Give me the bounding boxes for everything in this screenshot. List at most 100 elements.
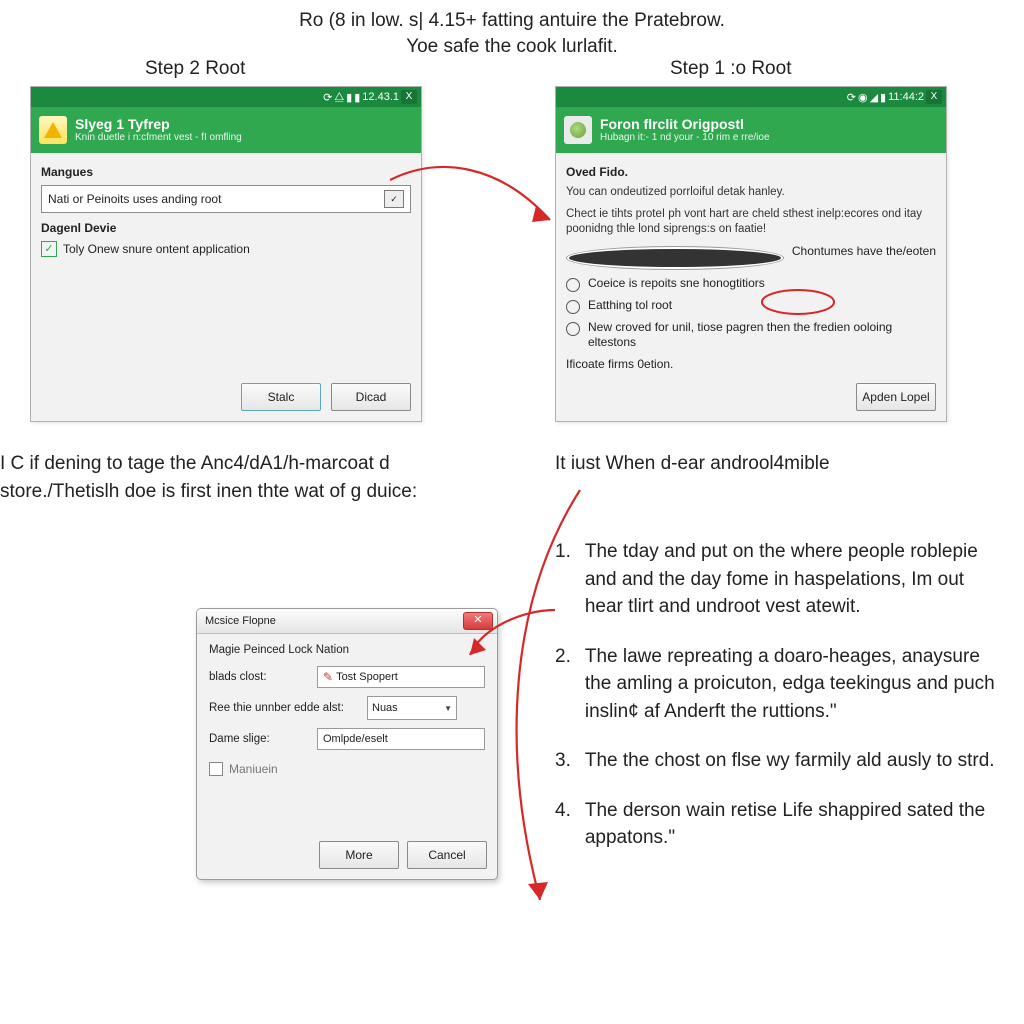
signal-icon: ◢ (870, 91, 878, 104)
radio-option-2[interactable]: Coeice is repoits sne honogtitiors (566, 276, 936, 292)
checkbox-row[interactable]: ✓ Toly Onew snure ontent application (41, 241, 411, 257)
stalc-button[interactable]: Stalc (241, 383, 321, 411)
cancel-button[interactable]: Cancel (407, 841, 487, 869)
chevron-down-icon: ▼ (444, 704, 452, 713)
radio-icon[interactable] (566, 278, 580, 292)
dialog-buttons: Apden Lopel (856, 383, 936, 411)
radio-icon[interactable] (566, 322, 580, 336)
paragraph-right-heading: It iust When d-ear androol4mible (555, 450, 985, 478)
list-item: 4. The derson wain retise Life shappired … (555, 797, 995, 852)
list-item: 1.The tday and put on the where people r… (555, 538, 995, 621)
text-value: Omlpde/eselt (323, 733, 388, 745)
field-label: Dame slige: (209, 733, 309, 745)
panel-step2: ⟳ ⧋ ▮ ▮ 12.43.1 X Slyeg 1 Tyfrep Knin du… (30, 86, 422, 422)
list-number: 1. (555, 538, 571, 621)
radio-option-1[interactable]: Chontumes have the/eoten (566, 244, 936, 270)
signal-icon: ▮ (346, 91, 352, 104)
dialog-header: Magie Peinced Lock Nation (209, 644, 485, 656)
app-subtitle: Knin duetle i n:cfment vest - fI omfling (75, 132, 242, 144)
checkbox-label: Toly Onew snure ontent application (63, 242, 250, 256)
field-label: blads clost: (209, 671, 309, 683)
app-subtitle: Hubagn it:- 1 nd your - 10 rim e rre/ioe (600, 132, 770, 144)
list-text: The tday and put on the where people rob… (585, 538, 995, 621)
apden-button[interactable]: Apden Lopel (856, 383, 936, 411)
battery-icon: ▮ (354, 91, 360, 104)
text-input[interactable]: Omlpde/eselt (317, 728, 485, 750)
intro-line2: Yoe safe the cook lurlafit. (0, 36, 1024, 58)
dialog-moesice: Mcsice Flopne ✕ Magie Peinced Lock Natio… (196, 608, 498, 880)
text-value: Tost Spopert (336, 671, 398, 683)
page: Ro (8 in low. s| 4.15+ fatting antuire t… (0, 0, 1024, 1024)
status-time: 12.43.1 (362, 91, 399, 103)
radio-label: Chontumes have the/eoten (792, 244, 936, 260)
list-number: 2. (555, 643, 571, 726)
app-title: Foron flrclit Origpostl (600, 116, 770, 132)
list-text: The the chost on flse wy farmily ald aus… (585, 747, 995, 775)
status-time: 11:44:2 (888, 91, 924, 103)
status-bar: ⟳ ⧋ ▮ ▮ 12.43.1 X (31, 87, 421, 107)
field-blads: blads clost: ✎Tost Spopert (209, 666, 485, 688)
wifi-icon: ◉ (858, 91, 868, 104)
list-number: 3. (555, 747, 571, 775)
radio-icon[interactable] (566, 246, 784, 270)
checkbox-icon[interactable] (209, 762, 223, 776)
checkbox-label: Maniuein (229, 762, 278, 776)
combo-value: Nati or Peinoits uses anding root (48, 192, 221, 206)
battery-icon: ▮ (880, 91, 886, 104)
field-dame: Dame slige: Omlpde/eselt (209, 728, 485, 750)
intro-line1: Ro (8 in low. s| 4.15+ fatting antuire t… (0, 10, 1024, 32)
app-icon (564, 116, 592, 144)
radio-option-3[interactable]: Eatthing tol root (566, 298, 936, 314)
dropdown-icon[interactable]: ✓ (384, 190, 404, 208)
field-label: Ree thie unnber edde alst: (209, 702, 359, 714)
panel-step1: ⟳ ◉ ◢ ▮ 11:44:2 X Foron flrclit Origpost… (555, 86, 947, 422)
section-mangues: Mangues (41, 165, 411, 179)
app-labels: Slyeg 1 Tyfrep Knin duetle i n:cfment ve… (75, 116, 242, 144)
app-title: Slyeg 1 Tyfrep (75, 116, 242, 132)
close-icon[interactable]: ✕ (463, 612, 493, 630)
panel-body: Oved Fido. You can ondeutized porrloiful… (556, 153, 946, 377)
text-input[interactable]: ✎Tost Spopert (317, 666, 485, 688)
paragraph-left: I C if dening to tage the Anc4/dA1/h-mar… (0, 450, 420, 505)
step-label-left: Step 2 Root (145, 58, 245, 80)
dialog-buttons: Stalc Dicad (241, 383, 411, 411)
select-input[interactable]: Nuas ▼ (367, 696, 457, 720)
radio-option-4[interactable]: New croved for unil, tiose pagren then t… (566, 320, 936, 351)
radio-label: Coeice is repoits sne honogtitiors (588, 276, 765, 292)
intro-text: Ro (8 in low. s| 4.15+ fatting antuire t… (0, 10, 1024, 58)
more-button[interactable]: More (319, 841, 399, 869)
list-number: 4. (555, 797, 571, 852)
desc-1: You can ondeutized porrloiful detak hanl… (566, 185, 936, 201)
app-bar: Foron flrclit Origpostl Hubagn it:- 1 nd… (556, 107, 946, 153)
list-item: 3. The the chost on flse wy farmily ald a… (555, 747, 995, 775)
list-text: The derson wain retise Life shappired sa… (585, 797, 995, 852)
checkbox-icon[interactable]: ✓ (41, 241, 57, 257)
dialog-buttons: More Cancel (319, 841, 487, 869)
list-text: The lawe repreating a doaro-heages, anay… (585, 643, 995, 726)
numbered-list: 1.The tday and put on the where people r… (555, 538, 995, 874)
radio-label: Eatthing tol root (588, 298, 672, 314)
sync-icon: ⟳ (847, 91, 856, 104)
edit-icon: ✎ (323, 670, 333, 684)
dialog-title: Mcsice Flopne (205, 615, 276, 627)
checkbox-maniuein[interactable]: Maniuein (209, 762, 485, 776)
dialog-titlebar: Mcsice Flopne ✕ (197, 609, 497, 634)
wifi-icon: ⧋ (334, 91, 344, 104)
close-icon[interactable]: X (926, 90, 942, 104)
dicad-button[interactable]: Dicad (331, 383, 411, 411)
dialog-body: Magie Peinced Lock Nation blads clost: ✎… (197, 634, 497, 792)
panel-body: Mangues Nati or Peinoits uses anding roo… (31, 153, 421, 269)
radio-icon[interactable] (566, 300, 580, 314)
list-item: 2.The lawe repreating a doaro-heages, an… (555, 643, 995, 726)
footer-note: Ificoate firms 0etion. (566, 357, 936, 371)
step-label-right: Step 1 :o Root (670, 58, 791, 80)
close-icon[interactable]: X (401, 90, 417, 104)
section-device: Dagenl Devie (41, 221, 411, 235)
section-header: Oved Fido. (566, 165, 936, 179)
combo-root-use[interactable]: Nati or Peinoits uses anding root ✓ (41, 185, 411, 213)
app-bar: Slyeg 1 Tyfrep Knin duetle i n:cfment ve… (31, 107, 421, 153)
desc-2: Chect ie tihts proteI ph vont hart are c… (566, 207, 936, 238)
sync-icon: ⟳ (323, 91, 332, 104)
select-value: Nuas (372, 702, 398, 714)
radio-label: New croved for unil, tiose pagren then t… (588, 320, 936, 351)
